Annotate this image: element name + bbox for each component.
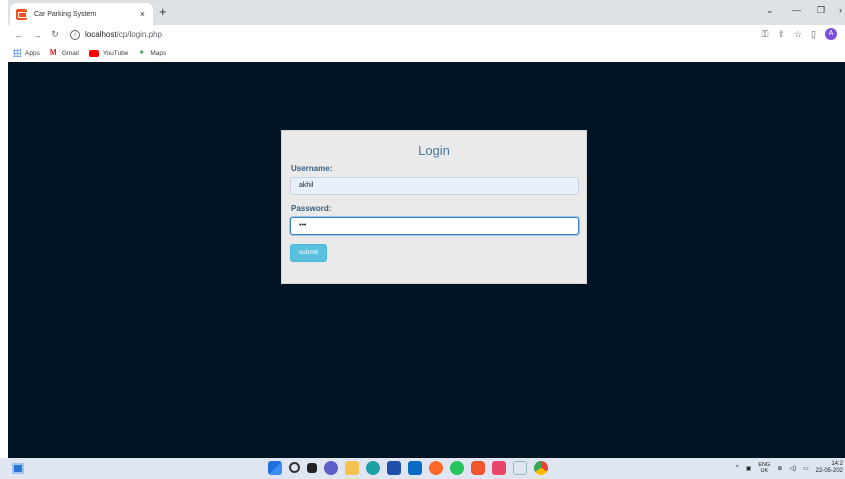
star-icon[interactable]: ☆: [794, 29, 802, 40]
system-tray: ^ ▣ ENG UK ⊕ ◁) ▭ 14:2 22-05-202: [736, 461, 843, 475]
back-icon[interactable]: ←: [12, 30, 26, 40]
clock-date: 22-05-202: [815, 468, 843, 474]
youtube-icon: [88, 49, 99, 57]
bookmark-apps[interactable]: Apps: [13, 49, 40, 57]
url-host: localhost: [85, 30, 117, 39]
task-view-icon[interactable]: [307, 463, 317, 473]
tab-search-icon[interactable]: ⌄: [766, 5, 774, 16]
app-icon[interactable]: [492, 461, 506, 475]
brave-icon[interactable]: [471, 461, 485, 475]
mail-icon[interactable]: [408, 461, 422, 475]
widgets-icon[interactable]: [12, 463, 24, 474]
tab-title: Car Parking System: [34, 10, 97, 18]
taskbar: ^ ▣ ENG UK ⊕ ◁) ▭ 14:2 22-05-202: [0, 458, 845, 479]
apps-grid-icon: [13, 49, 21, 57]
bookmark-maps[interactable]: ✦ Maps: [138, 49, 166, 57]
forward-icon[interactable]: →: [30, 30, 44, 40]
start-icon[interactable]: [268, 461, 282, 475]
password-input[interactable]: •••: [290, 217, 579, 235]
whatsapp-icon[interactable]: [450, 461, 464, 475]
profile-avatar[interactable]: A: [825, 28, 837, 40]
site-favicon-icon: [16, 8, 27, 20]
username-input[interactable]: akhil: [290, 177, 579, 195]
misc-app-icon[interactable]: [513, 461, 527, 475]
bookmark-label: Apps: [25, 49, 40, 57]
tray-app-icon[interactable]: ▣: [746, 465, 752, 472]
site-info-icon[interactable]: i: [70, 29, 80, 40]
tab-strip: Car Parking System × + ⌄ — ❐ ›: [8, 0, 845, 25]
submit-button[interactable]: submit: [290, 244, 327, 262]
login-title: Login: [418, 143, 450, 158]
reload-icon[interactable]: ↻: [48, 29, 62, 40]
taskbar-apps: [268, 461, 548, 475]
gmail-icon: M: [49, 48, 57, 57]
page-viewport: Login Username: akhil Password: ••• subm…: [8, 62, 845, 458]
firefox-icon[interactable]: [429, 461, 443, 475]
login-form: Login Username: akhil Password: ••• subm…: [281, 130, 587, 284]
chat-icon[interactable]: [324, 461, 338, 475]
bookmarks-bar: Apps M Gmail YouTube ✦ Maps: [8, 44, 845, 62]
bookmark-label: YouTube: [102, 49, 129, 57]
battery-icon[interactable]: ▭: [803, 465, 809, 472]
volume-icon[interactable]: ◁): [789, 465, 796, 472]
screen: Car Parking System × + ⌄ — ❐ › ← → ↻ i l…: [0, 0, 845, 479]
bookmark-youtube[interactable]: YouTube: [88, 49, 129, 57]
language-indicator[interactable]: ENG UK: [758, 462, 770, 474]
password-label: Password:: [291, 204, 332, 213]
address-bar[interactable]: i localhost /cp/login.php: [70, 27, 770, 42]
maps-pin-icon: ✦: [138, 48, 146, 57]
browser-toolbar: ← → ↻ i localhost /cp/login.php ⚿ ⇪ ☆ ▯ …: [8, 25, 845, 44]
username-label: Username:: [291, 164, 333, 173]
bookmark-label: Gmail: [61, 49, 79, 57]
bookmark-label: Maps: [150, 49, 167, 57]
file-explorer-icon[interactable]: [345, 461, 359, 475]
tab-car-parking-system[interactable]: Car Parking System ×: [10, 3, 153, 25]
key-icon[interactable]: ⚿: [762, 29, 769, 40]
chevron-up-icon[interactable]: ^: [736, 465, 739, 471]
minimize-icon[interactable]: —: [792, 5, 801, 15]
network-icon[interactable]: ⊕: [777, 465, 782, 472]
close-window-icon[interactable]: ›: [839, 5, 842, 15]
edge-icon[interactable]: [366, 461, 380, 475]
chrome-icon[interactable]: [534, 461, 548, 475]
share-icon[interactable]: ⇪: [777, 29, 785, 40]
toolbar-actions: ⚿ ⇪ ☆ ▯ A: [762, 28, 837, 40]
clock-time: 14:2: [831, 461, 843, 467]
tab-close-icon[interactable]: ×: [140, 9, 145, 19]
side-panel-icon[interactable]: ▯: [811, 29, 816, 40]
bookmark-gmail[interactable]: M Gmail: [50, 49, 79, 57]
lang-region: UK: [760, 468, 769, 474]
clock[interactable]: 14:2 22-05-202: [816, 461, 843, 475]
search-icon[interactable]: [289, 462, 300, 473]
maximize-icon[interactable]: ❐: [817, 5, 825, 16]
url-path: /cp/login.php: [116, 30, 162, 39]
store-icon[interactable]: [387, 461, 401, 475]
new-tab-button[interactable]: +: [159, 4, 167, 19]
